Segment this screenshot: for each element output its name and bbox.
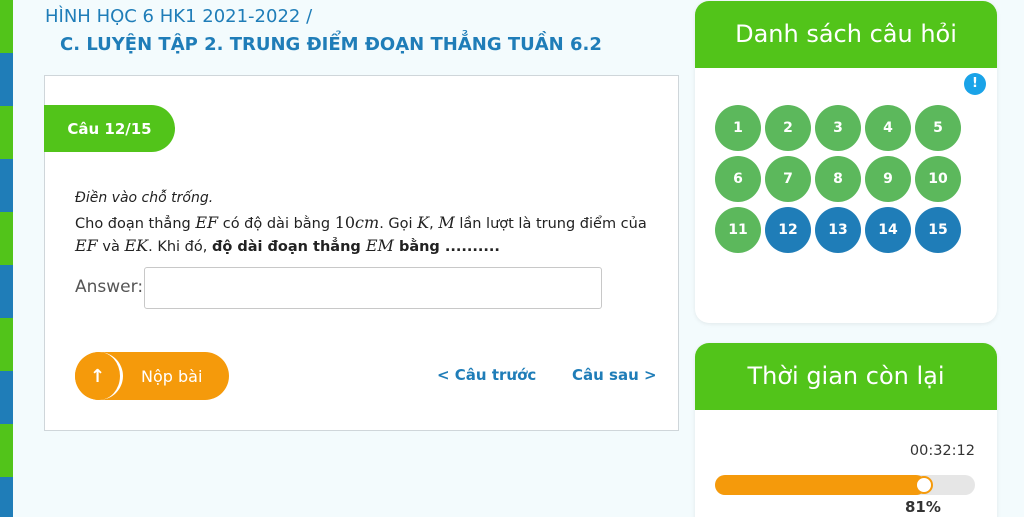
submit-button[interactable]: ↑ Nộp bài bbox=[75, 352, 229, 400]
question-number-8[interactable]: 8 bbox=[815, 156, 861, 202]
question-panel: Câu 12/15 Điền vào chỗ trống. Cho đoạn t… bbox=[44, 75, 679, 431]
question-number-5[interactable]: 5 bbox=[915, 105, 961, 151]
question-number-2[interactable]: 2 bbox=[765, 105, 811, 151]
time-progress-fill bbox=[715, 475, 926, 495]
question-instruction: Điền vào chỗ trống. bbox=[75, 190, 214, 206]
time-remaining: 00:32:12 bbox=[909, 443, 975, 459]
question-number-3[interactable]: 3 bbox=[815, 105, 861, 151]
timer-card: Thời gian còn lại 00:32:12 81% bbox=[695, 343, 997, 517]
question-number-1[interactable]: 1 bbox=[715, 105, 761, 151]
next-question-link[interactable]: Câu sau > bbox=[572, 366, 657, 384]
submit-label: Nộp bài bbox=[141, 366, 203, 386]
question-number-15[interactable]: 15 bbox=[915, 207, 961, 253]
question-number-badge: Câu 12/15 bbox=[44, 105, 175, 152]
answer-input[interactable] bbox=[144, 267, 602, 309]
breadcrumb[interactable]: HÌNH HỌC 6 HK1 2021-2022 / bbox=[45, 6, 312, 27]
question-number-9[interactable]: 9 bbox=[865, 156, 911, 202]
info-icon[interactable]: ! bbox=[964, 73, 986, 95]
question-number-12[interactable]: 12 bbox=[765, 207, 811, 253]
answer-label: Answer: bbox=[75, 277, 144, 297]
question-number-10[interactable]: 10 bbox=[915, 156, 961, 202]
question-number-13[interactable]: 13 bbox=[815, 207, 861, 253]
question-list-title: Danh sách câu hỏi bbox=[695, 1, 997, 68]
timer-title: Thời gian còn lại bbox=[695, 343, 997, 410]
question-number-4[interactable]: 4 bbox=[865, 105, 911, 151]
question-number-14[interactable]: 14 bbox=[865, 207, 911, 253]
previous-question-link[interactable]: < Câu trước bbox=[437, 366, 536, 384]
question-number-11[interactable]: 11 bbox=[715, 207, 761, 253]
time-progress-percent: 81% bbox=[905, 498, 941, 516]
question-list-card: Danh sách câu hỏi ! 1 2 3 4 5 6 7 8 9 10 11 12 13 14 1… bbox=[695, 1, 997, 323]
question-text: Cho đoạn thẳng EF có độ dài bằng 10cm. G… bbox=[75, 212, 665, 258]
upload-arrow-icon: ↑ bbox=[75, 352, 123, 400]
time-progress-knob bbox=[914, 476, 933, 494]
side-color-stripe bbox=[0, 0, 13, 517]
page-title: C. LUYỆN TẬP 2. TRUNG ĐIỂM ĐOẠN THẲNG TU… bbox=[60, 34, 602, 55]
time-progress-bar bbox=[715, 475, 975, 495]
question-line-1: Cho đoạn thẳng EF có độ dài bằng 10cm. G… bbox=[75, 213, 647, 232]
question-number-7[interactable]: 7 bbox=[765, 156, 811, 202]
question-grid: 1 2 3 4 5 6 7 8 9 10 11 12 13 14 15 bbox=[715, 105, 975, 253]
question-line-2: EF và EK. Khi đó, độ dài đoạn thẳng EM b… bbox=[75, 236, 500, 255]
question-number-6[interactable]: 6 bbox=[715, 156, 761, 202]
